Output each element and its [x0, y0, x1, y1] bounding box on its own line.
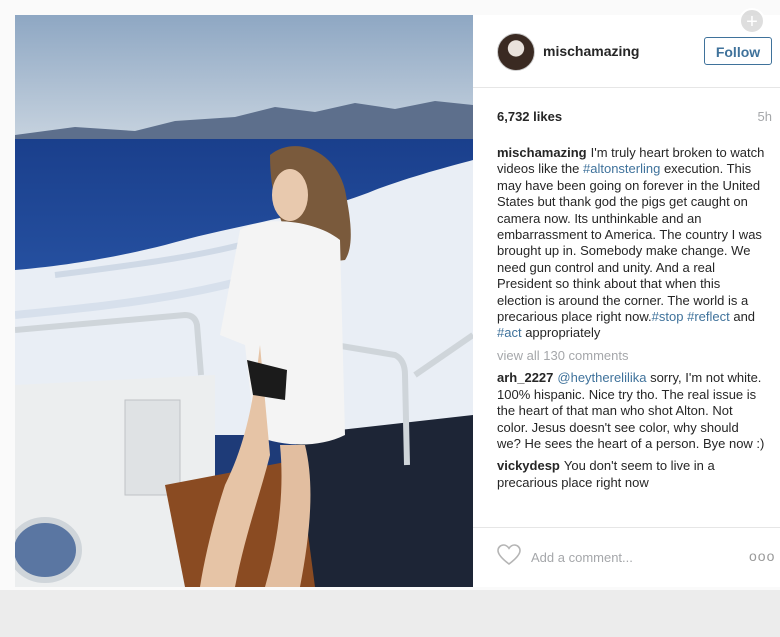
post-details-panel: mischamazing Follow 6,732 likes 5h misch… [473, 15, 780, 587]
heart-icon[interactable] [497, 544, 521, 571]
caption: mischamazing I'm truly heart broken to wa… [497, 145, 765, 342]
hashtag-link[interactable]: #altonsterling [583, 161, 660, 176]
caption-username[interactable]: mischamazing [497, 145, 587, 160]
avatar[interactable] [497, 33, 535, 71]
post-card: mischamazing Follow 6,732 likes 5h misch… [0, 0, 780, 590]
photo-illustration [15, 15, 473, 587]
list-item: arh_2227 @heytherelilika sorry, I'm not w… [497, 370, 765, 452]
hashtag-link[interactable]: #stop [652, 309, 684, 324]
more-options-icon[interactable]: ooo [749, 548, 775, 564]
follow-button[interactable]: Follow [704, 37, 772, 65]
post-timestamp[interactable]: 5h [758, 109, 772, 124]
likes-count[interactable]: 6,732 likes [497, 109, 562, 124]
view-all-comments-link[interactable]: view all 130 comments [497, 348, 765, 364]
caption-text-3: and [729, 309, 756, 325]
comment-username[interactable]: arh_2227 [497, 370, 553, 385]
add-comment-bar: ooo [473, 527, 780, 588]
post-author-username[interactable]: mischamazing [543, 43, 639, 59]
caption-text-4: appropriately [521, 325, 601, 341]
caption-text-2: execution. This may have been going on f… [497, 161, 762, 325]
post-header: mischamazing Follow [473, 15, 780, 88]
comment-username[interactable]: vickydesp [497, 458, 560, 473]
hashtag-link[interactable]: #reflect [687, 309, 730, 324]
list-item: vickydesp You don't seem to live in a pre… [497, 458, 765, 491]
hashtag-link[interactable]: #act [497, 325, 522, 340]
mention-link[interactable]: @heytherelilika [557, 370, 646, 385]
comments-list: mischamazing I'm truly heart broken to wa… [497, 145, 765, 520]
post-photo[interactable] [15, 15, 473, 587]
add-comment-input[interactable] [529, 546, 733, 568]
plus-icon[interactable]: + [739, 8, 765, 34]
